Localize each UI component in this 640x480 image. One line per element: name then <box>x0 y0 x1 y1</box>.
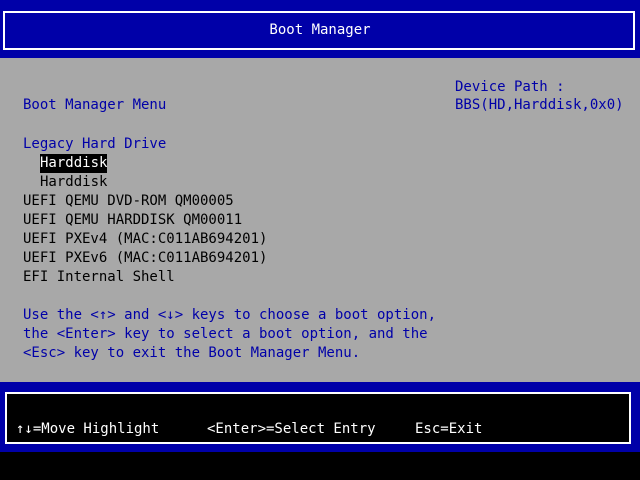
boot-option-uefi-harddisk[interactable]: UEFI QEMU HARDDISK QM00011 <box>23 211 242 230</box>
boot-option-harddisk-2[interactable]: Harddisk <box>40 173 107 192</box>
device-path-value: BBS(HD,Harddisk,0x0) <box>455 97 624 113</box>
page-title: Boot Manager <box>269 22 371 38</box>
boot-option-uefi-dvd-rom[interactable]: UEFI QEMU DVD-ROM QM00005 <box>23 192 234 211</box>
boot-option-uefi-pxev6[interactable]: UEFI PXEv6 (MAC:C011AB694201) <box>23 249 267 268</box>
menu-title: Boot Manager Menu <box>23 97 167 113</box>
boot-group-legacy-hard-drive[interactable]: Legacy Hard Drive <box>23 135 166 154</box>
device-path-label: Device Path : <box>455 79 565 95</box>
help-text-line-2: the <Enter> key to select a boot option,… <box>23 326 428 342</box>
boot-option-harddisk-1-selected[interactable]: Harddisk <box>40 154 108 173</box>
help-text-line-3: <Esc> key to exit the Boot Manager Menu. <box>23 345 361 361</box>
footer-select-entry-hint: <Enter>=Select Entry <box>207 421 376 437</box>
boot-option-efi-shell[interactable]: EFI Internal Shell <box>23 268 175 287</box>
footer-move-highlight-hint: ↑↓=Move Highlight <box>16 421 160 437</box>
help-text-line-1: Use the <↑> and <↓> keys to choose a boo… <box>23 307 437 323</box>
footer-exit-hint: Esc=Exit <box>415 421 483 437</box>
boot-option-uefi-pxev4[interactable]: UEFI PXEv4 (MAC:C011AB694201) <box>23 230 267 249</box>
